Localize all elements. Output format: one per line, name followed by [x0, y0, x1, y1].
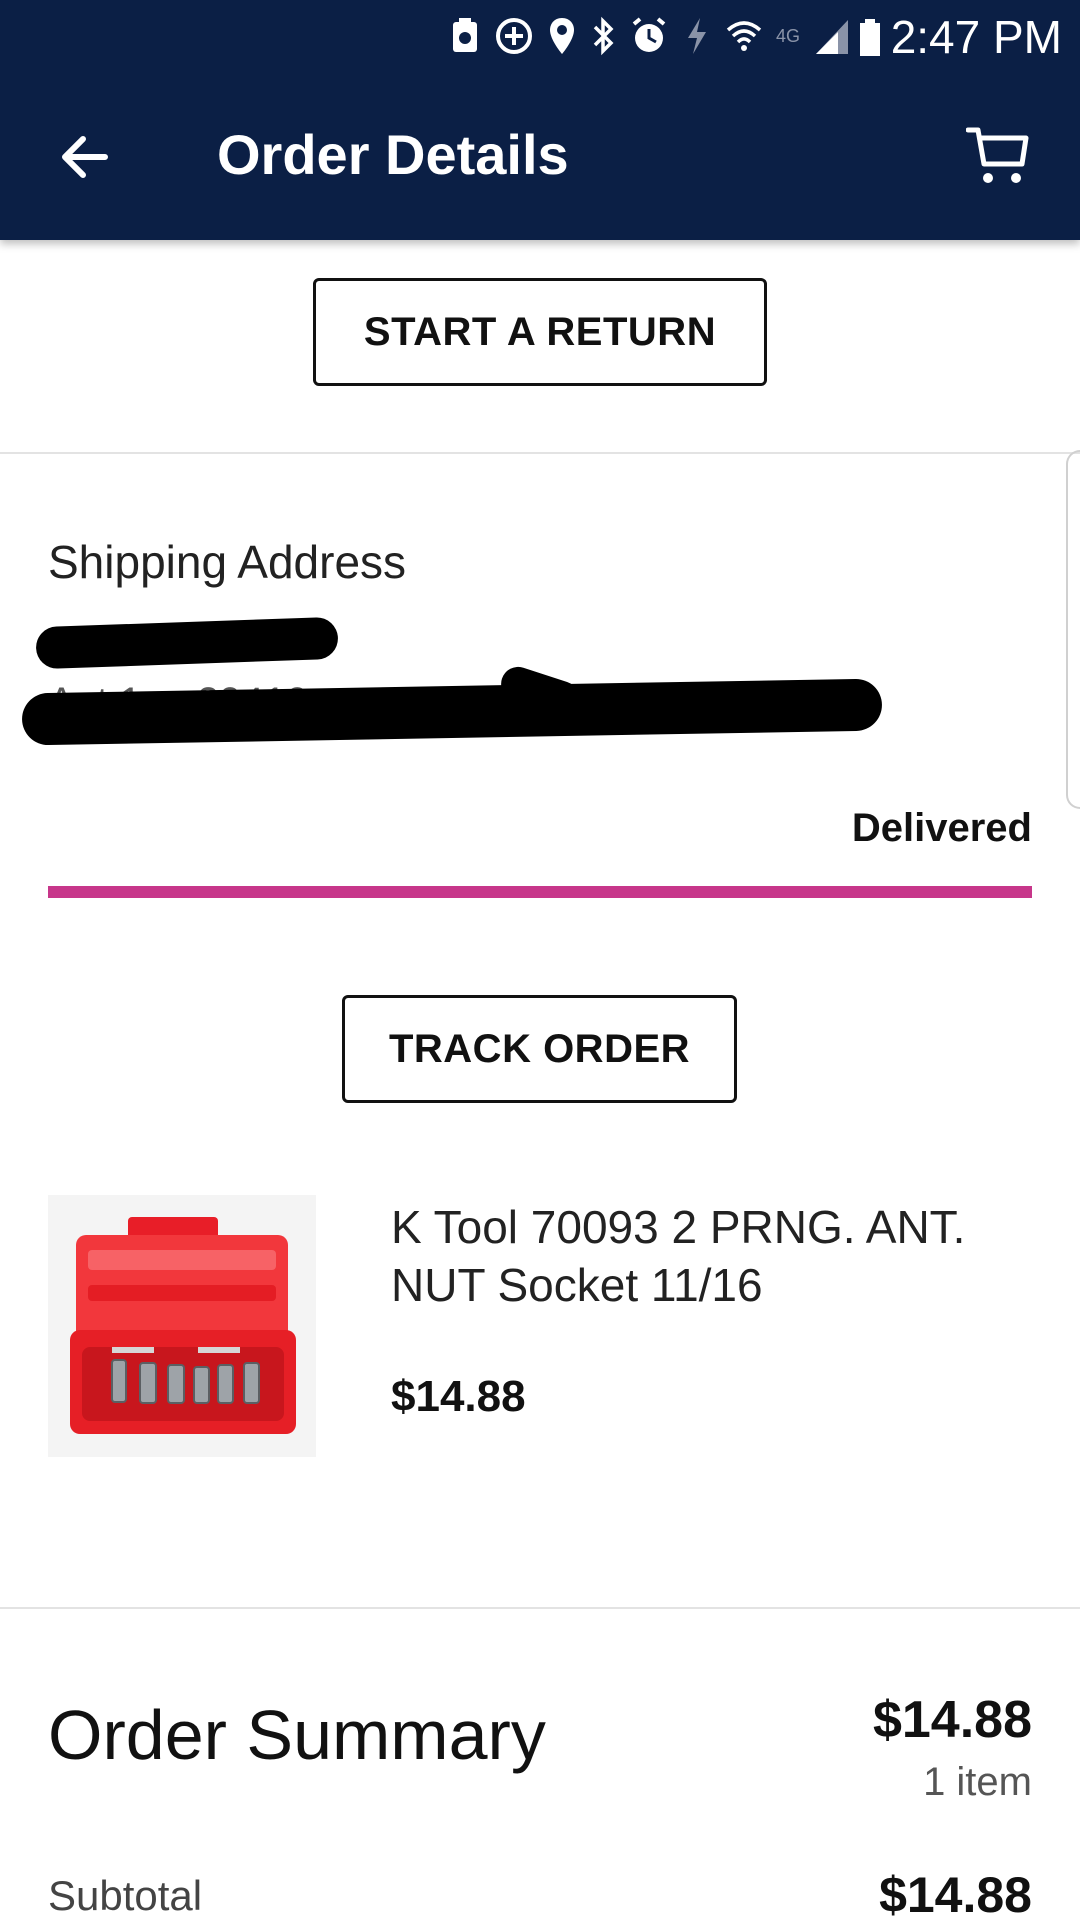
delivery-status-label: Delivered [851, 806, 1032, 850]
subtotal-label: Subtotal [48, 1872, 203, 1919]
start-return-button[interactable]: START A RETURN [313, 278, 767, 386]
cart-button[interactable] [952, 110, 1044, 202]
product-name[interactable]: K Tool 70093 2 PRNG. ANT. NUT Socket 11/… [391, 1198, 1041, 1314]
product-price: $14.88 [391, 1372, 526, 1421]
app-header: 4G 2:47 PM Order Details [0, 0, 1080, 240]
power-saving-icon [682, 16, 712, 56]
arrow-left-icon [62, 136, 108, 178]
alarm-icon [630, 16, 668, 56]
battery-icon [859, 14, 881, 68]
order-total: $14.88 [872, 1691, 1032, 1749]
clock-text: 2:47 PM [890, 11, 1062, 63]
delivery-progress-bar [48, 886, 1032, 898]
status-time: 2:47 PM [859, 10, 1062, 68]
app-bar: Order Details [0, 72, 1080, 240]
location-icon [548, 16, 576, 56]
track-order-button[interactable]: TRACK ORDER [342, 995, 737, 1103]
section-divider [0, 1607, 1080, 1609]
page-title: Order Details [217, 123, 569, 186]
shipping-address-title: Shipping Address [48, 536, 407, 588]
back-button[interactable] [40, 112, 130, 202]
product-image[interactable] [48, 1195, 316, 1457]
network-type-label: 4G [775, 25, 800, 46]
section-divider [0, 452, 1080, 454]
cart-icon [966, 127, 1029, 183]
cell-signal-icon [814, 16, 850, 56]
status-icons: 4G [450, 14, 850, 58]
redaction-mark [35, 616, 339, 670]
status-bar: 4G 2:47 PM [0, 0, 1080, 72]
subtotal-value: $14.88 [879, 1867, 1032, 1923]
delivery-progress-fill [48, 886, 1032, 898]
order-summary-title: Order Summary [48, 1696, 546, 1774]
data-saver-icon [494, 16, 534, 56]
socket-set-case-image [70, 1217, 296, 1434]
order-item-count: 1 item [923, 1760, 1032, 1804]
wifi-icon [726, 16, 762, 56]
recycle-notification-icon [450, 16, 480, 56]
bluetooth-icon [590, 16, 616, 56]
next-card-edge[interactable] [1066, 450, 1080, 809]
